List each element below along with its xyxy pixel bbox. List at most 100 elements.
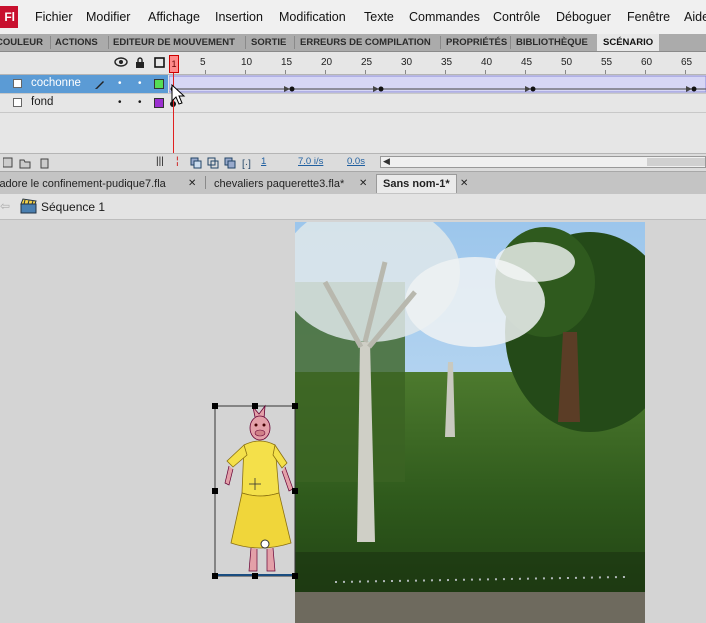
tab-divider bbox=[294, 36, 295, 49]
close-icon[interactable]: ✕ bbox=[359, 175, 367, 193]
tab-erreurs-compilation[interactable]: ERREURS DE COMPILATION bbox=[300, 34, 431, 51]
menu-commandes[interactable]: Commandes bbox=[409, 10, 480, 24]
ruler-tick bbox=[285, 70, 286, 74]
scroll-left-icon[interactable]: ◀ bbox=[383, 156, 390, 167]
lock-icon[interactable] bbox=[135, 57, 145, 71]
frame-label: 30 bbox=[401, 57, 413, 68]
frame-rate-value[interactable]: 7.0 i/s bbox=[298, 156, 323, 167]
ruler-tick bbox=[485, 70, 486, 74]
ruler-tick bbox=[325, 70, 326, 74]
elapsed-time-value[interactable]: 0.0s bbox=[347, 156, 365, 167]
timeline-empty-area bbox=[0, 112, 706, 154]
close-icon[interactable]: ✕ bbox=[460, 175, 468, 193]
menu-deboguer[interactable]: Déboguer bbox=[556, 10, 611, 24]
playhead[interactable]: 1 bbox=[169, 55, 179, 73]
scene-name[interactable]: Séquence 1 bbox=[41, 200, 105, 214]
doc-tab[interactable]: chevaliers paquerette3.fla* bbox=[214, 175, 344, 193]
transform-handle-b[interactable] bbox=[252, 573, 258, 579]
ruler-tick bbox=[405, 70, 406, 74]
ruler-tick bbox=[445, 70, 446, 74]
clapper-icon bbox=[20, 198, 37, 214]
grip-icon[interactable]: ||| bbox=[156, 156, 164, 167]
doc-tab[interactable]: jadore le confinement-pudique7.fla bbox=[0, 175, 166, 193]
cursor-icon bbox=[171, 84, 186, 105]
timeline-scrollbar[interactable]: ◀ bbox=[380, 156, 706, 168]
frame-label: 5 bbox=[200, 57, 206, 68]
layer-icon bbox=[13, 79, 22, 88]
frame-label: 45 bbox=[521, 57, 533, 68]
ruler-tick bbox=[205, 70, 206, 74]
onion-skin-tools[interactable]: [·] bbox=[190, 156, 256, 169]
current-frame-value[interactable]: 1 bbox=[261, 156, 266, 167]
timeline-header: 5 10 15 20 25 30 35 45 40 50 55 60 65 bbox=[0, 52, 706, 75]
menu-insertion[interactable]: Insertion bbox=[215, 10, 263, 24]
layer-header[interactable]: fond • • bbox=[0, 94, 168, 112]
tab-couleur[interactable]: COULEUR bbox=[0, 34, 43, 51]
menu-fichier[interactable]: Fichier bbox=[35, 10, 73, 24]
doc-tab-active[interactable]: Sans nom-1* bbox=[376, 174, 457, 193]
lock-dot[interactable]: • bbox=[138, 78, 142, 89]
tab-divider bbox=[245, 36, 246, 49]
document-tabs: jadore le confinement-pudique7.fla ✕ che… bbox=[0, 171, 706, 195]
layer-tools[interactable] bbox=[3, 157, 55, 169]
menu-modifier[interactable]: Modifier bbox=[86, 10, 130, 24]
tween-span[interactable] bbox=[169, 75, 706, 93]
close-icon[interactable]: ✕ bbox=[188, 175, 196, 193]
frame-label: 20 bbox=[321, 57, 333, 68]
transform-handle-bl[interactable] bbox=[212, 573, 218, 579]
layer-header-selected[interactable]: cochonne • • bbox=[0, 75, 168, 93]
svg-text:[·]: [·] bbox=[242, 159, 251, 169]
eye-icon[interactable] bbox=[114, 57, 128, 70]
menu-affichage[interactable]: Affichage bbox=[148, 10, 200, 24]
visibility-dot[interactable]: • bbox=[118, 97, 122, 108]
stage[interactable] bbox=[0, 220, 706, 623]
ruler-tick bbox=[245, 70, 246, 74]
menu-controle[interactable]: Contrôle bbox=[493, 10, 540, 24]
lock-dot[interactable]: • bbox=[138, 97, 142, 108]
frame-label: 40 bbox=[481, 57, 493, 68]
frame-label: 60 bbox=[641, 57, 653, 68]
character-figure[interactable] bbox=[213, 403, 297, 579]
timeline-footer: ||| ¦ [·] 1 7.0 i/s 0.0s ◀ bbox=[0, 153, 706, 171]
tab-scenario[interactable]: SCÉNARIO bbox=[597, 34, 660, 51]
frame-label: 65 bbox=[681, 57, 693, 68]
flash-logo: Fl bbox=[0, 6, 18, 28]
layer-row-cochonne[interactable]: cochonne • • bbox=[0, 75, 706, 93]
ruler-tick bbox=[605, 70, 606, 74]
scrollbar-track-end bbox=[647, 158, 705, 166]
layer-color-swatch[interactable] bbox=[154, 98, 164, 108]
center-frame-icon[interactable]: ¦ bbox=[176, 156, 179, 167]
orchard-image bbox=[295, 222, 645, 623]
transform-handle-tl[interactable] bbox=[212, 403, 218, 409]
layer-name: fond bbox=[31, 96, 54, 108]
menu-aide[interactable]: Aide bbox=[684, 10, 706, 24]
tab-divider bbox=[510, 36, 511, 49]
menu-texte[interactable]: Texte bbox=[364, 10, 394, 24]
visibility-dot[interactable]: • bbox=[118, 78, 122, 89]
tab-divider bbox=[108, 36, 109, 49]
ruler-tick bbox=[365, 70, 366, 74]
back-arrow-icon[interactable]: ⇦ bbox=[0, 199, 10, 213]
layer-color-swatch[interactable] bbox=[154, 79, 164, 89]
outline-icon[interactable] bbox=[154, 57, 165, 71]
menu-fenetre[interactable]: Fenêtre bbox=[627, 10, 670, 24]
ruler-tick bbox=[685, 70, 686, 74]
background-photo[interactable] bbox=[295, 222, 645, 623]
frame-label: 15 bbox=[281, 57, 293, 68]
pencil-icon bbox=[94, 78, 106, 93]
layer-row-fond[interactable]: fond • • bbox=[0, 93, 706, 112]
tab-divider bbox=[440, 36, 441, 49]
transform-handle-t[interactable] bbox=[252, 403, 258, 409]
frame-label: 10 bbox=[241, 57, 253, 68]
tab-editeur-mouvement[interactable]: EDITEUR DE MOUVEMENT bbox=[113, 34, 235, 51]
tab-bibliotheque[interactable]: BIBLIOTHÈQUE bbox=[516, 34, 588, 51]
transform-handle-tr[interactable] bbox=[292, 403, 298, 409]
tab-divider bbox=[50, 36, 51, 49]
transform-handle-br[interactable] bbox=[292, 573, 298, 579]
tab-proprietes[interactable]: PROPRIÉTÉS bbox=[446, 34, 507, 51]
tab-actions[interactable]: ACTIONS bbox=[55, 34, 98, 51]
tab-sortie[interactable]: SORTIE bbox=[251, 34, 286, 51]
menu-modification[interactable]: Modification bbox=[279, 10, 346, 24]
transform-handle-r[interactable] bbox=[292, 488, 298, 494]
transform-handle-l[interactable] bbox=[212, 488, 218, 494]
